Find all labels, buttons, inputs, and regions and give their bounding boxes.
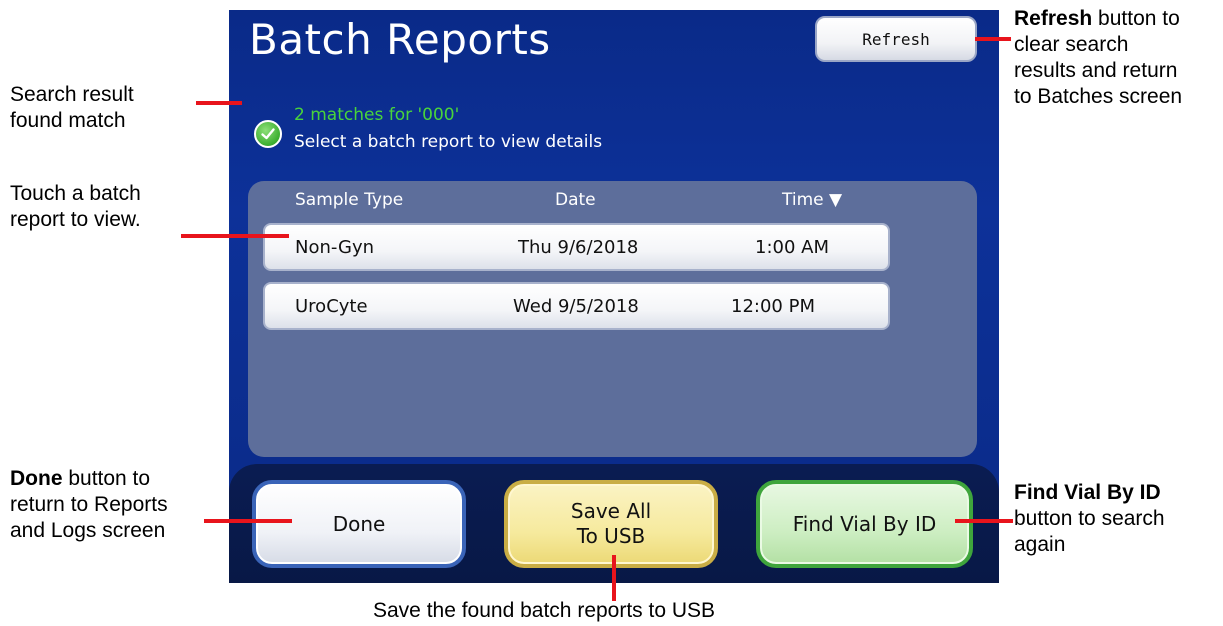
callout-done: Done button to return to Reports and Log…: [10, 466, 168, 544]
callout-refresh: Refresh button to clear search results a…: [1014, 6, 1182, 110]
callout-search-result: Search result found match: [10, 82, 134, 134]
callout-leader-line: [955, 519, 1013, 523]
callout-text: report to view.: [10, 208, 141, 231]
column-header-date[interactable]: Date: [555, 190, 596, 210]
cell-time: 12:00 PM: [731, 296, 815, 317]
callout-find: Find Vial By ID button to search again: [1014, 480, 1165, 558]
callout-leader-line: [975, 37, 1011, 41]
done-button[interactable]: Done: [252, 480, 466, 568]
column-header-time[interactable]: Time ▼: [782, 190, 842, 210]
callout-text: return to Reports: [10, 493, 168, 516]
callout-leader-line: [181, 234, 289, 238]
batch-reports-screen: Batch Reports Refresh 2 matches for '000…: [229, 10, 999, 583]
cell-date: Wed 9/5/2018: [513, 296, 639, 317]
callout-leader-line: [204, 519, 292, 523]
cell-sample-type: UroCyte: [295, 296, 368, 317]
callout-text: results and return: [1014, 59, 1178, 82]
checkmark-glyph: [261, 128, 275, 140]
cell-date: Thu 9/6/2018: [518, 237, 639, 258]
callout-text: Touch a batch: [10, 182, 141, 205]
check-circle-icon: [254, 120, 282, 148]
callout-bold: Done: [10, 467, 63, 490]
callout-leader-line: [196, 101, 242, 105]
save-label-line2: To USB: [576, 524, 646, 548]
callout-text: Find Vial By ID: [1014, 480, 1165, 506]
callout-bold: Find Vial By ID: [1014, 481, 1161, 504]
instruction-text: Select a batch report to view details: [294, 132, 603, 152]
callout-text: Refresh button to: [1014, 6, 1182, 32]
callout-text: button to search: [1014, 507, 1165, 530]
save-button-label: Save All To USB: [571, 499, 651, 549]
save-label-line1: Save All: [570, 499, 652, 523]
callout-text: to Batches screen: [1014, 85, 1183, 108]
cell-sample-type: Non-Gyn: [295, 237, 375, 258]
callout-text: again: [1014, 533, 1066, 556]
page-title: Batch Reports: [249, 15, 551, 64]
column-header-sample-type[interactable]: Sample Type: [295, 190, 403, 210]
search-match-status: 2 matches for '000': [294, 105, 460, 125]
callout-text: found match: [10, 109, 126, 132]
find-vial-by-id-button[interactable]: Find Vial By ID: [756, 480, 973, 568]
callout-text-rest: button to: [62, 467, 151, 490]
callout-touch-row: Touch a batch report to view.: [10, 181, 141, 233]
callout-text: Done button to: [10, 466, 168, 492]
callout-save: Save the found batch reports to USB: [373, 599, 716, 622]
callout-leader-line: [612, 555, 616, 601]
table-row[interactable]: UroCyte Wed 9/5/2018 12:00 PM: [263, 282, 890, 330]
batch-report-table: Sample Type Date Time ▼ Non-Gyn Thu 9/6/…: [248, 181, 977, 457]
callout-bold: Refresh: [1014, 7, 1093, 30]
callout-text: and Logs screen: [10, 519, 166, 542]
table-row[interactable]: Non-Gyn Thu 9/6/2018 1:00 AM: [263, 223, 890, 271]
callout-text: Search result: [10, 83, 134, 106]
callout-text-rest: button to: [1092, 7, 1180, 30]
cell-time: 1:00 AM: [755, 237, 829, 258]
refresh-button[interactable]: Refresh: [815, 16, 977, 62]
save-all-to-usb-button[interactable]: Save All To USB: [504, 480, 718, 568]
callout-text: clear search: [1014, 33, 1129, 56]
